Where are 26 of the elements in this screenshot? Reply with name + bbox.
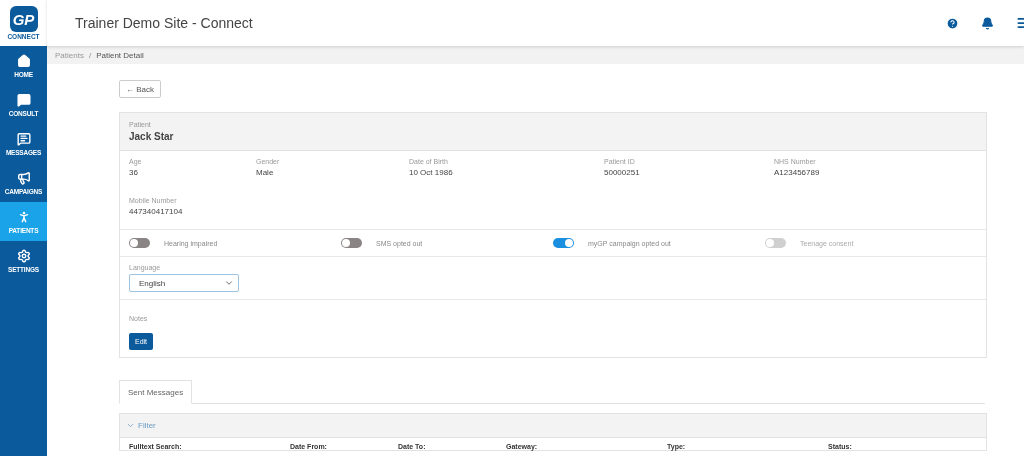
- back-button[interactable]: ← Back: [119, 80, 161, 98]
- field-value: 50000251: [604, 168, 641, 177]
- field-value: 10 Oct 1986: [409, 168, 454, 177]
- settings-icon: [16, 248, 31, 263]
- language-select[interactable]: English: [129, 274, 239, 292]
- chevron-down-icon: [224, 278, 234, 288]
- tab[interactable]: Sent Messages: [119, 380, 193, 404]
- field-value: Male: [256, 168, 275, 177]
- logo: GP: [9, 6, 38, 32]
- help-icon[interactable]: [946, 16, 959, 30]
- bell-icon[interactable]: [981, 16, 994, 30]
- chat-icon: [16, 92, 31, 107]
- field-value: A123456789: [774, 168, 821, 177]
- message-icon: [16, 131, 31, 146]
- toggle-switch[interactable]: [553, 238, 574, 248]
- chevron-down-icon: [126, 421, 135, 430]
- toggle-switch[interactable]: [129, 238, 150, 248]
- breadcrumb-item: Patient Detail: [96, 50, 144, 60]
- field-value: 447340417104: [129, 207, 184, 216]
- breadcrumb-separator: /: [88, 50, 92, 60]
- megaphone-icon: [16, 170, 31, 185]
- home-icon: [16, 53, 31, 68]
- page-title: Trainer Demo Site - Connect: [75, 15, 254, 31]
- patient-name: Jack Star: [129, 131, 175, 142]
- toggle-switch[interactable]: [341, 238, 362, 248]
- field-value: 36: [129, 168, 139, 177]
